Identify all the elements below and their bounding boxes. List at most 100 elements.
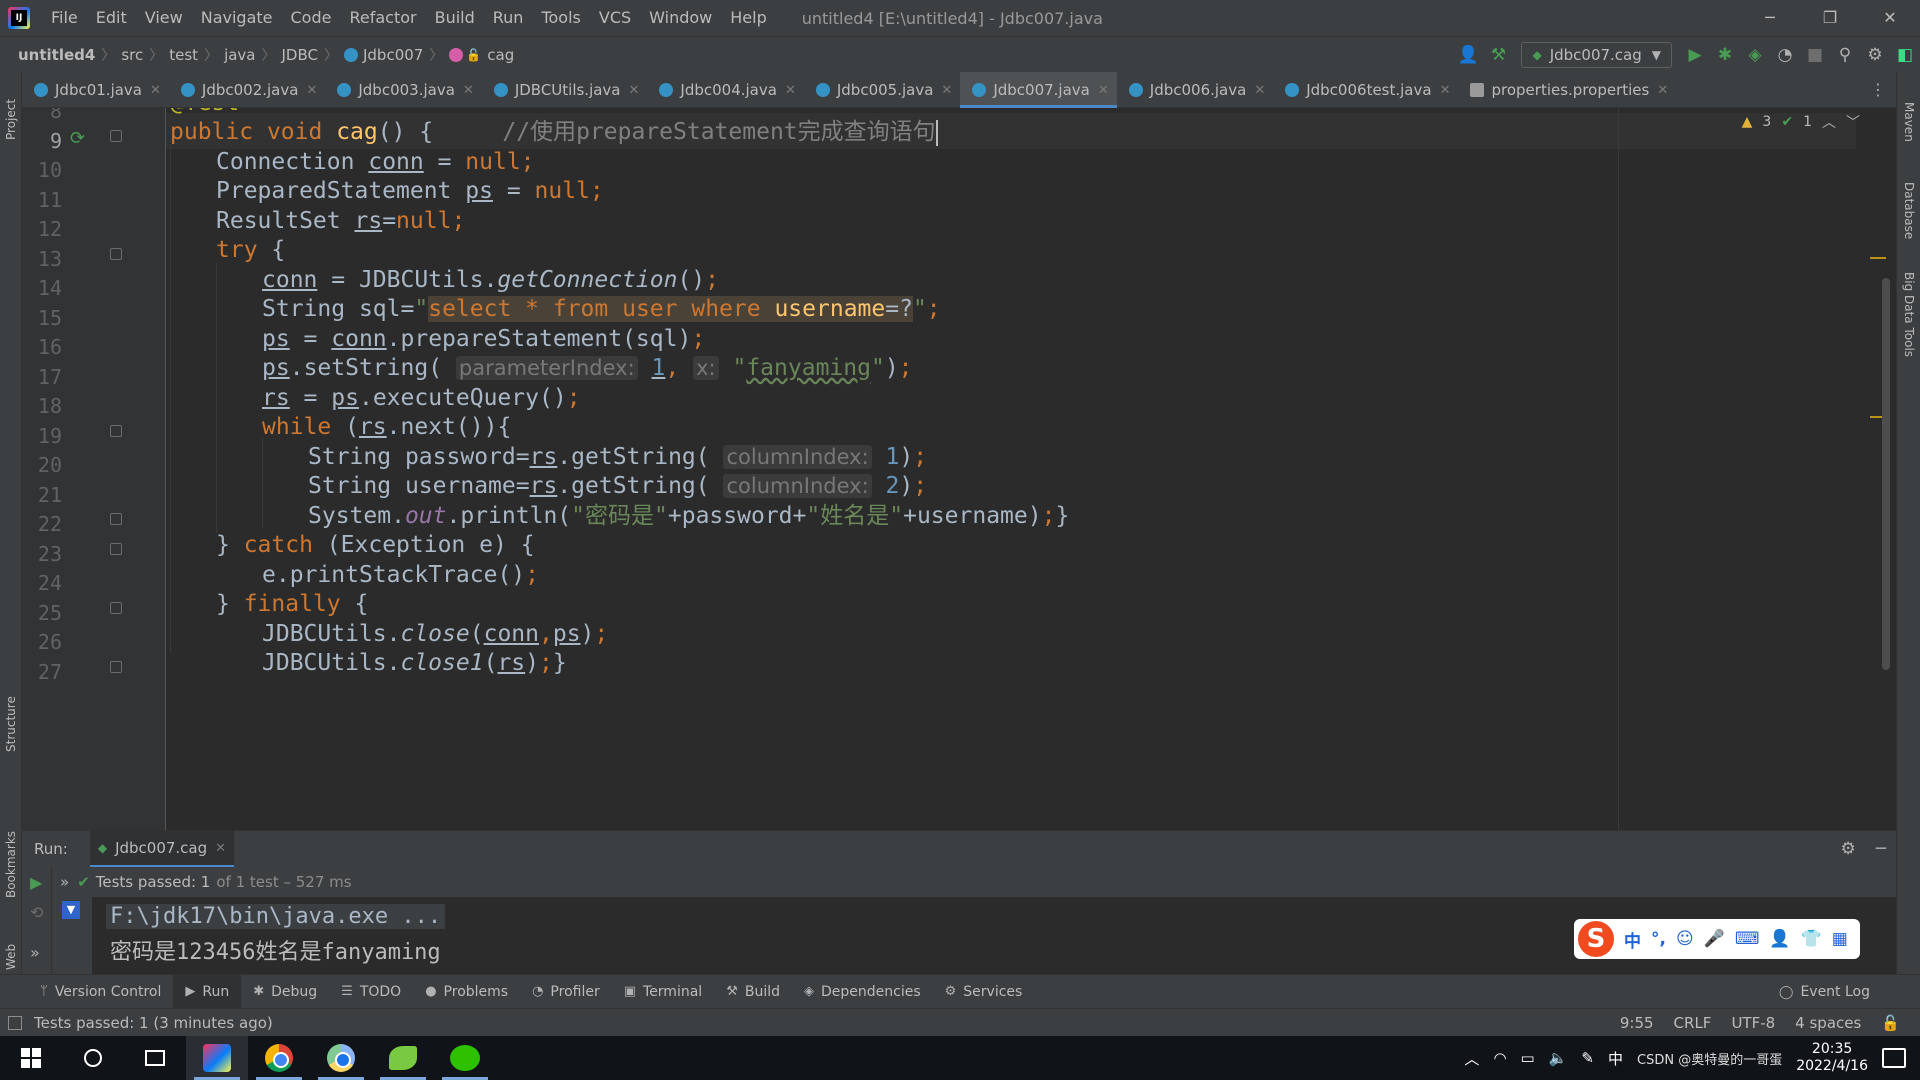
status-toggle-icon[interactable] [8, 1016, 22, 1030]
fold-icon[interactable] [110, 661, 122, 673]
tool-event-log[interactable]: ◯ Event Log [1767, 975, 1882, 1009]
ime-punctuation-icon[interactable]: °, [1651, 929, 1666, 949]
ime-toolbox-icon[interactable]: ▦ [1832, 929, 1848, 949]
fold-icon[interactable] [110, 513, 122, 525]
gear-icon[interactable]: ⚙ [1860, 45, 1890, 65]
run-test-gutter-icon[interactable]: ⟳ [70, 128, 85, 149]
close-icon[interactable]: ✕ [150, 83, 161, 98]
tool-structure[interactable]: Structure [4, 696, 18, 752]
tab-properties[interactable]: properties.properties ✕ [1458, 72, 1676, 108]
tool-run[interactable]: ▶ Run [173, 974, 242, 1009]
ime-user-icon[interactable]: 👤 [1769, 929, 1790, 949]
tool-profiler[interactable]: ◔ Profiler [520, 975, 612, 1009]
status-message[interactable]: Tests passed: 1 (3 minutes ago) [34, 1014, 273, 1032]
start-button[interactable] [0, 1036, 62, 1080]
code-editor[interactable]: 8 9 10 11 12 13 14 15 16 17 18 19 20 21 … [22, 108, 1896, 830]
tab-jdbcutils[interactable]: JDBCUtils.java ✕ [482, 72, 648, 108]
rerun-failed-icon[interactable]: ⟲ [30, 903, 43, 922]
gear-icon[interactable]: ⚙ [1841, 831, 1856, 867]
chevron-up-icon[interactable]: ︿ [1464, 1048, 1479, 1069]
menu-help[interactable]: Help [721, 0, 775, 36]
run-tab[interactable]: ◆ Jdbc007.cag ✕ [89, 831, 235, 867]
ime-language[interactable]: 中 [1608, 1048, 1623, 1069]
tab-jdbc01[interactable]: Jdbc01.java ✕ [22, 72, 169, 108]
indent-setting[interactable]: 4 spaces [1795, 1014, 1861, 1032]
tool-build[interactable]: ⚒ Build [714, 975, 792, 1009]
close-icon[interactable]: ✕ [1860, 0, 1920, 36]
notification-icon[interactable] [1882, 1048, 1906, 1068]
chevron-up-icon[interactable]: ︿ [1822, 112, 1836, 132]
tab-jdbc002[interactable]: Jdbc002.java ✕ [169, 72, 325, 108]
wifi-icon[interactable]: ◠ [1493, 1049, 1506, 1067]
tab-jdbc006[interactable]: Jdbc006.java ✕ [1117, 72, 1273, 108]
line-separator[interactable]: CRLF [1674, 1014, 1712, 1032]
tool-project[interactable]: Project [4, 99, 18, 140]
close-icon[interactable]: ✕ [629, 83, 640, 98]
tool-database[interactable]: Database [1902, 182, 1916, 239]
ime-emoji-icon[interactable]: ☺ [1676, 929, 1694, 949]
close-icon[interactable]: ✕ [1254, 83, 1265, 98]
chevron-down-icon[interactable]: ﹀ [1846, 112, 1860, 132]
menu-build[interactable]: Build [426, 0, 484, 36]
tab-jdbc003[interactable]: Jdbc003.java ✕ [325, 72, 481, 108]
close-icon[interactable]: ✕ [1657, 83, 1668, 98]
fold-icon[interactable] [110, 248, 122, 260]
fold-icon[interactable] [110, 543, 122, 555]
tool-terminal[interactable]: ▣ Terminal [612, 975, 714, 1009]
tool-maven[interactable]: Maven [1902, 102, 1916, 142]
caret-position[interactable]: 9:55 [1620, 1014, 1654, 1032]
coverage-icon[interactable]: ◈ [1740, 45, 1770, 65]
minimize-icon[interactable]: ─ [1740, 0, 1800, 36]
ime-skin-icon[interactable]: 👕 [1801, 929, 1822, 949]
editor-scrollbar[interactable] [1882, 278, 1890, 670]
ime-voice-icon[interactable]: 🎤 [1704, 929, 1725, 949]
taskbar-intellij[interactable] [186, 1036, 248, 1080]
minimize-icon[interactable]: ─ [1876, 831, 1886, 867]
search-icon[interactable]: ⚲ [1830, 45, 1860, 65]
expand-more-icon[interactable]: » [30, 943, 40, 962]
menu-code[interactable]: Code [282, 0, 341, 36]
pen-icon[interactable]: ✎ [1581, 1049, 1594, 1067]
tool-dependencies[interactable]: ◈ Dependencies [792, 975, 933, 1009]
battery-icon[interactable]: ▭ [1521, 1049, 1535, 1067]
stop-icon[interactable]: ■ [1800, 45, 1830, 65]
jetbrains-toolbox-icon[interactable]: ◧ [1890, 45, 1920, 65]
menu-tools[interactable]: Tools [532, 0, 589, 36]
lock-icon[interactable]: 🔓 [1881, 1014, 1900, 1032]
tab-jdbc007[interactable]: Jdbc007.java ✕ [960, 72, 1118, 108]
tool-web[interactable]: Web [4, 944, 18, 970]
breadcrumb-java[interactable]: java [220, 46, 259, 64]
close-icon[interactable]: ✕ [1440, 83, 1451, 98]
breadcrumb-test[interactable]: test [165, 46, 202, 64]
search-button[interactable] [62, 1036, 124, 1080]
tool-bookmarks[interactable]: Bookmarks [4, 831, 18, 898]
restore-icon[interactable]: ❐ [1800, 0, 1860, 36]
ime-chinese-mode[interactable]: 中 [1624, 927, 1641, 952]
console-output[interactable]: F:\jdk17\bin\java.exe ... 密码是123456姓名是fa… [106, 899, 446, 971]
debug-icon[interactable]: ✱ [1710, 45, 1740, 65]
code-area[interactable]: @Test public void cag() { //使用prepareSta… [166, 108, 1856, 830]
close-icon[interactable]: ✕ [215, 841, 226, 856]
tab-jdbc005[interactable]: Jdbc005.java ✕ [804, 72, 960, 108]
user-icon[interactable]: 👤 [1453, 45, 1483, 65]
tab-jdbc004[interactable]: Jdbc004.java ✕ [647, 72, 803, 108]
ime-keyboard-icon[interactable]: ⌨ [1735, 929, 1760, 949]
rerun-icon[interactable]: ▶ [30, 873, 42, 892]
clock[interactable]: 20:35 2022/4/16 [1796, 1041, 1868, 1075]
breadcrumb-jdbc[interactable]: JDBC [278, 46, 322, 64]
tab-jdbc006test[interactable]: Jdbc006test.java ✕ [1273, 72, 1458, 108]
menu-vcs[interactable]: VCS [590, 0, 640, 36]
profile-icon[interactable]: ◔ [1770, 45, 1800, 65]
task-view-button[interactable] [124, 1036, 186, 1080]
run-icon[interactable]: ▶ [1680, 45, 1710, 65]
close-icon[interactable]: ✕ [785, 83, 796, 98]
tool-problems[interactable]: ● Problems [413, 975, 520, 1009]
menu-navigate[interactable]: Navigate [192, 0, 282, 36]
close-icon[interactable]: ✕ [463, 83, 474, 98]
breadcrumb-class[interactable]: Jdbc007 [340, 46, 427, 64]
menu-view[interactable]: View [136, 0, 192, 36]
taskbar-chrome[interactable] [248, 1036, 310, 1080]
menu-refactor[interactable]: Refactor [340, 0, 425, 36]
close-icon[interactable]: ✕ [941, 83, 952, 98]
run-configuration-select[interactable]: ◆ Jdbc007.cag ▼ [1521, 42, 1672, 68]
